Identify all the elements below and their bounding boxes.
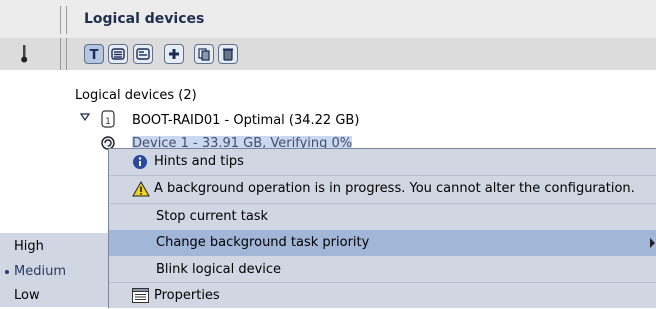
- menu-item-label: Properties: [154, 288, 220, 303]
- header-divider: [66, 6, 67, 34]
- collapse-arrow-icon[interactable]: [80, 113, 90, 121]
- toolbar-divider: [60, 38, 61, 70]
- copy-icon: [198, 48, 210, 61]
- svg-text:1: 1: [105, 117, 111, 127]
- list-view-button[interactable]: [108, 44, 128, 64]
- thermometer-icon[interactable]: [20, 45, 28, 63]
- menu-item-change-priority[interactable]: Change background task priority: [109, 230, 656, 256]
- priority-option-label: Low: [14, 288, 40, 303]
- delete-device-button[interactable]: [218, 44, 238, 64]
- menu-item-hints[interactable]: Hints and tips: [109, 149, 656, 175]
- array-disk-icon: 1: [101, 110, 115, 128]
- menu-item-label: Change background task priority: [156, 235, 370, 250]
- delete-icon: [223, 48, 233, 61]
- priority-option-low[interactable]: Low: [0, 284, 108, 308]
- tree-item-device-1[interactable]: Device 1 - 33.91 GB, Verifying 0%: [132, 136, 353, 148]
- copy-device-button[interactable]: [194, 44, 214, 64]
- add-device-button[interactable]: [164, 44, 184, 64]
- add-icon: [169, 49, 179, 59]
- menu-item-properties[interactable]: Properties: [109, 283, 656, 309]
- panel-title: Logical devices: [84, 11, 205, 27]
- toolbar-divider: [66, 38, 67, 70]
- selected-bullet-icon: [5, 270, 9, 274]
- tree-heading: Logical devices (2): [75, 88, 197, 103]
- priority-option-label: Medium: [14, 264, 66, 279]
- priority-submenu: High Medium Low: [0, 233, 108, 307]
- details-view-button[interactable]: [133, 44, 153, 64]
- submenu-arrow-icon: [650, 238, 655, 248]
- warning-icon: [132, 181, 150, 197]
- list-view-icon: [111, 48, 125, 60]
- priority-option-medium[interactable]: Medium: [0, 260, 108, 284]
- context-menu: Hints and tips A background operation is…: [108, 148, 656, 308]
- menu-item-stop-task[interactable]: Stop current task: [109, 204, 656, 230]
- menu-item-background-warning: A background operation is in progress. Y…: [109, 176, 656, 202]
- panel-header: Logical devices: [0, 0, 656, 38]
- details-view-icon: [136, 48, 150, 60]
- priority-option-high[interactable]: High: [0, 235, 108, 259]
- header-divider: [60, 6, 61, 34]
- menu-item-label: Hints and tips: [154, 154, 244, 169]
- menu-item-label: Blink logical device: [156, 262, 282, 277]
- menu-item-label: A background operation is in progress. Y…: [154, 181, 635, 196]
- svg-text:T: T: [90, 48, 99, 61]
- info-icon: [133, 155, 147, 169]
- priority-option-label: High: [14, 239, 44, 254]
- text-view-icon: T: [90, 48, 99, 61]
- tree-item-boot-raid[interactable]: BOOT-RAID01 - Optimal (34.22 GB): [132, 113, 359, 128]
- properties-icon: [132, 288, 149, 303]
- menu-item-label: Stop current task: [156, 209, 269, 224]
- text-view-button[interactable]: T: [84, 44, 104, 64]
- menu-item-blink[interactable]: Blink logical device: [109, 257, 656, 283]
